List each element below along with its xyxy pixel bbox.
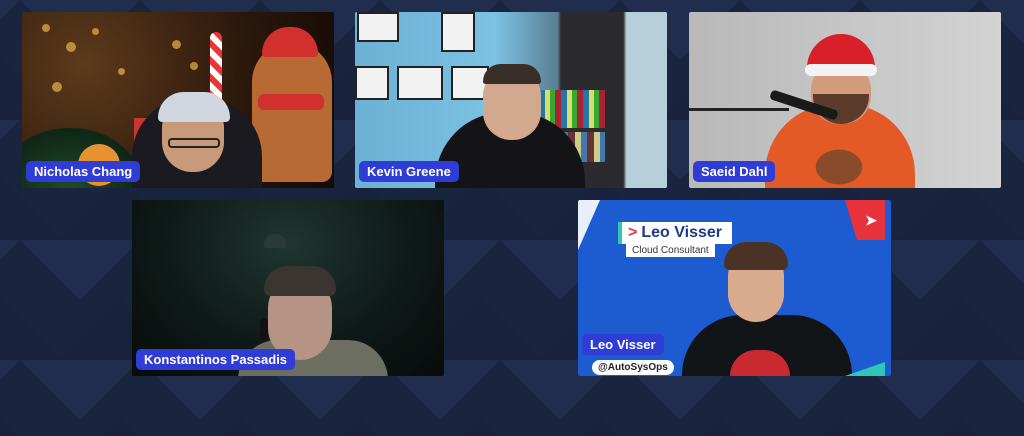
participant-name-badge: Saeid Dahl: [693, 161, 776, 182]
participant-hair: [724, 242, 788, 270]
microphone-arm: [689, 108, 789, 111]
video-tile-nicholas-chang[interactable]: Nicholas Chang: [22, 12, 334, 188]
overlay-decoration: [578, 200, 600, 250]
video-tile-leo-visser[interactable]: ➤ > Leo Visser Cloud Consultant Leo Visse…: [578, 200, 891, 376]
sweater-reindeer: [799, 137, 879, 187]
bokeh-light: [42, 24, 50, 32]
bokeh-light: [118, 68, 125, 75]
bokeh-light: [172, 40, 181, 49]
video-tile-kevin-greene[interactable]: Kevin Greene: [355, 12, 667, 188]
headset-icon: [260, 318, 268, 340]
participant-name-badge: Kevin Greene: [359, 161, 459, 182]
gingerbread-man: [252, 42, 332, 182]
video-tile-konstantinos-passadis[interactable]: Konstantinos Passadis: [132, 200, 444, 376]
wall-frame: [355, 66, 389, 100]
participant-beanie: [158, 92, 230, 122]
social-handle: @AutoSysOps: [592, 360, 674, 375]
bokeh-light: [92, 28, 99, 35]
participant-name-badge: Nicholas Chang: [26, 161, 141, 182]
participant-name-badge: Konstantinos Passadis: [136, 349, 296, 370]
participant-hair: [483, 64, 541, 84]
participant-glasses: [168, 138, 220, 148]
ceiling-lamp: [264, 234, 286, 248]
lower-third-title: > Leo Visser: [618, 222, 732, 244]
wall-frame: [357, 12, 399, 42]
video-tile-saeid-dahl[interactable]: Saeid Dahl: [689, 12, 1001, 188]
lower-third-name: Leo Visser: [641, 224, 722, 241]
brand-logo-icon: ➤: [865, 212, 877, 228]
chevron-right-icon: >: [628, 224, 638, 241]
overlay-decoration: [845, 362, 885, 376]
wall-frame: [441, 12, 475, 52]
bokeh-light: [52, 82, 62, 92]
lower-third-subtitle: Cloud Consultant: [626, 244, 715, 257]
santa-hat-band: [805, 64, 877, 76]
bokeh-light: [66, 42, 76, 52]
participant-name-badge: Leo Visser: [582, 334, 664, 355]
participant-hair: [264, 266, 336, 296]
bokeh-light: [190, 62, 198, 70]
wall-frame: [397, 66, 443, 100]
gingerbread-scarf: [258, 94, 324, 110]
gingerbread-hat: [262, 27, 318, 57]
